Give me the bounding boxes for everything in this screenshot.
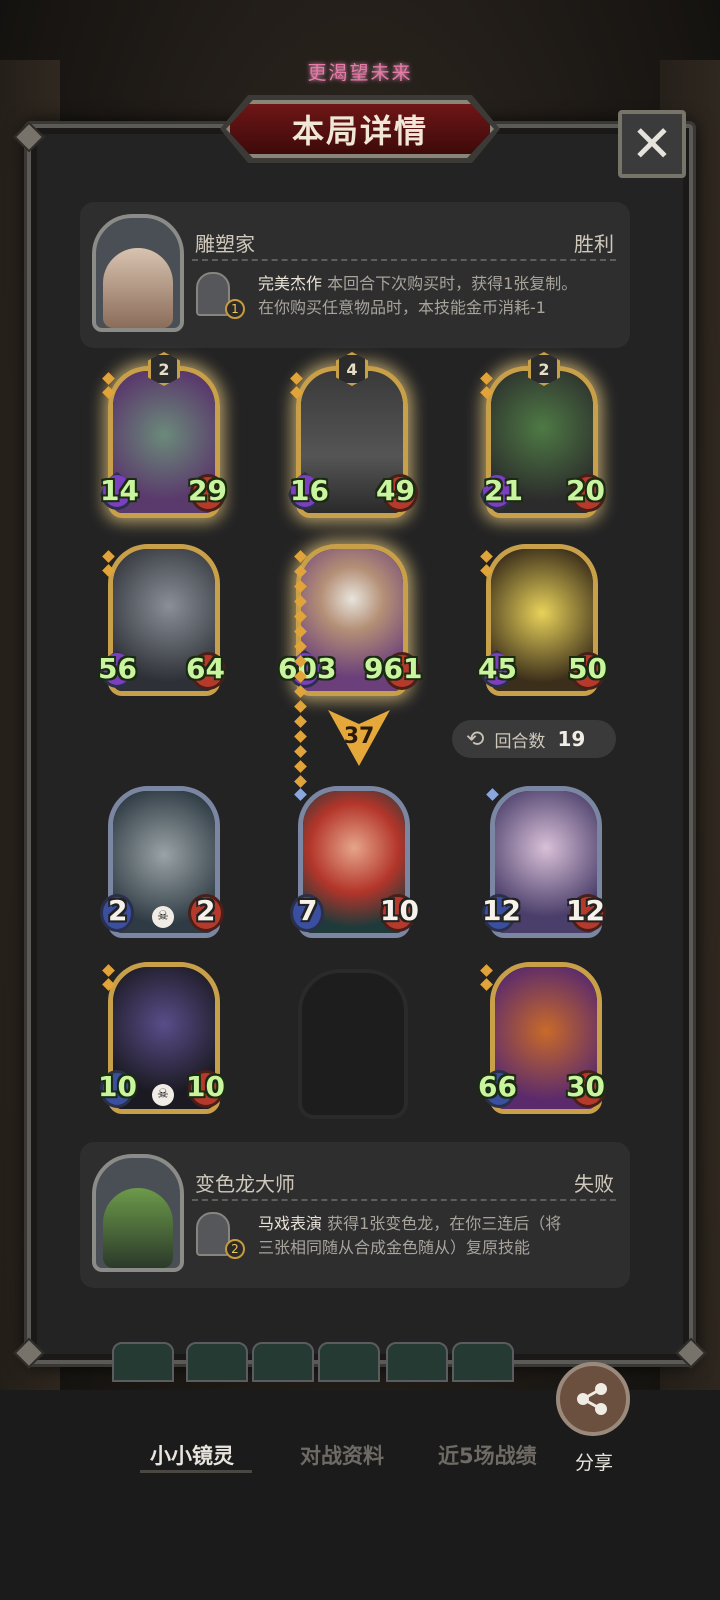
background-card-peek [186, 1342, 248, 1382]
divider [192, 1199, 616, 1201]
empty-unit-slot [298, 969, 408, 1119]
share-label: 分享 [574, 1452, 613, 1474]
tab-underline [140, 1470, 252, 1473]
chameleon-avatar [103, 1188, 173, 1268]
background-card-peek [452, 1342, 514, 1382]
player-hero-panel: 雕塑家 胜利 1 完美杰作 本回合下次购买时，获得1张复制。 在你购买任意物品时… [80, 202, 630, 348]
opponent-hero-name: 变色龙大师 [195, 1172, 295, 1196]
title-banner: 本局详情 [226, 100, 494, 158]
player-hero-portrait[interactable] [92, 214, 184, 332]
unit-attack: 7 [298, 894, 318, 927]
player-result: 胜利 [574, 232, 614, 256]
opponent-skill-desc-1: 获得1张变色龙，在你三连后（将 [327, 1214, 562, 1233]
background-card-peek [386, 1342, 448, 1382]
unit-attack: 16 [290, 474, 329, 507]
refresh-icon: ⟲ [466, 726, 485, 752]
unit-attack: 45 [478, 652, 517, 685]
opponent-hero-portrait[interactable] [92, 1154, 184, 1272]
background-card-peek [112, 1342, 174, 1382]
opponent-skill-desc-2: 三张相同随从合成金色随从）复原技能 [258, 1238, 531, 1257]
unit-attack: 66 [478, 1070, 517, 1103]
skull-icon: ☠ [152, 906, 174, 928]
unit-health: 29 [188, 474, 227, 507]
unit-health: 64 [186, 652, 225, 685]
sculptor-avatar [103, 248, 173, 328]
rounds-label: 回合数 [494, 731, 546, 752]
skull-icon: ☠ [152, 1084, 174, 1106]
unit-health: 30 [566, 1070, 605, 1103]
opponent-skill-icon[interactable]: 2 [196, 1212, 245, 1259]
unit-health: 10 [380, 894, 419, 927]
unit-health: 49 [376, 474, 415, 507]
share-button[interactable] [556, 1362, 630, 1436]
unit-health: 20 [566, 474, 605, 507]
tab-mirror-spirit[interactable]: 小小镜灵 [150, 1440, 234, 1470]
unit-attack: 2 [108, 894, 128, 927]
unit-attack: 10 [98, 1070, 137, 1103]
unit-health: 961 [364, 652, 423, 685]
unit-health: 10 [186, 1070, 225, 1103]
player-skill-text: 完美杰作 本回合下次购买时，获得1张复制。 在你购买任意物品时，本技能金币消耗-… [258, 272, 608, 320]
opponent-hero-panel: 变色龙大师 失败 2 马戏表演 获得1张变色龙，在你三连后（将 三张相同随从合成… [80, 1142, 630, 1288]
rounds-counter: ⟲ 回合数 19 [452, 720, 616, 758]
unit-attack: 56 [98, 652, 137, 685]
damage-value: 37 [343, 724, 375, 749]
game-screen: 更渴望未来 本局详情 ✕ 雕塑家 胜利 1 完美杰作 本回合下次购买时，获得1张… [0, 0, 720, 1600]
opponent-skill-text: 马戏表演 获得1张变色龙，在你三连后（将 三张相同随从合成金色随从）复原技能 [258, 1212, 608, 1260]
close-icon: ✕ [631, 115, 673, 173]
unit-attack: 12 [482, 894, 521, 927]
player-skill-desc-1: 本回合下次购买时，获得1张复制。 [327, 274, 578, 293]
modal-title: 本局详情 [291, 112, 428, 150]
player-skill-desc-2: 在你购买任意物品时，本技能金币消耗-1 [258, 298, 546, 317]
tab-battle-info[interactable]: 对战资料 [300, 1440, 384, 1470]
unit-attack: 603 [278, 652, 337, 685]
player-skill-icon[interactable]: 1 [196, 272, 245, 319]
skill-cost-badge: 2 [225, 1239, 245, 1259]
top-title: 更渴望未来 [307, 62, 413, 84]
unit-health: 2 [196, 894, 216, 927]
skill-cost-badge: 1 [225, 299, 245, 319]
player-skill-name: 完美杰作 [258, 274, 323, 293]
share-icon [577, 1383, 607, 1415]
opponent-skill-name: 马戏表演 [258, 1214, 323, 1233]
close-button[interactable]: ✕ [618, 110, 686, 178]
background-card-peek [318, 1342, 380, 1382]
unit-attack: 14 [100, 474, 139, 507]
unit-attack: 21 [484, 474, 523, 507]
unit-health: 12 [566, 894, 605, 927]
tab-recent-5-matches[interactable]: 近5场战绩 [438, 1440, 537, 1470]
rounds-value: 19 [557, 727, 586, 751]
opponent-result: 失败 [574, 1172, 614, 1196]
player-hero-name: 雕塑家 [195, 232, 255, 256]
divider [192, 259, 616, 261]
background-card-peek [252, 1342, 314, 1382]
unit-health: 50 [568, 652, 607, 685]
